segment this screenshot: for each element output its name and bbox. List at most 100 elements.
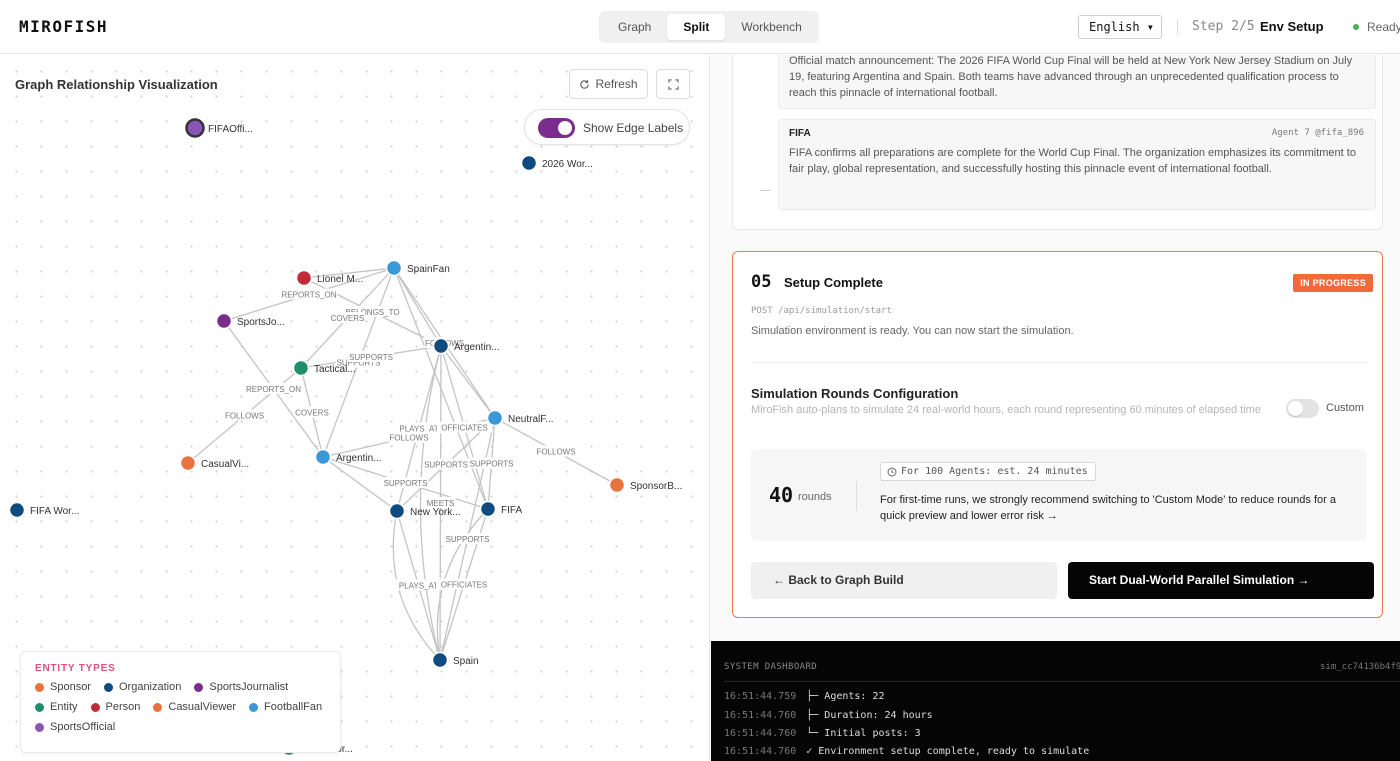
legend-item: Person (90, 701, 141, 713)
log-line: 16:51:44.760 └─ Initial posts: 3 (724, 728, 921, 739)
edge-labels-switch[interactable] (538, 118, 575, 138)
edge-label: OFFICIATES (441, 424, 488, 433)
custom-mode-toggle[interactable] (1286, 399, 1319, 418)
api-endpoint: POST /api/simulation/start (751, 306, 892, 316)
legend-item: CasualViewer (153, 701, 236, 713)
setup-title: Setup Complete (784, 275, 883, 290)
refresh-button[interactable]: Refresh (569, 69, 648, 99)
legend-dot-icon (153, 702, 163, 712)
post-connector (760, 190, 770, 191)
log-timestamp: 16:51:44.760 (724, 746, 797, 757)
legend-item: SportsJournalist (194, 681, 288, 693)
legend-item: Organization (103, 681, 182, 693)
edge-labels-toggle[interactable]: Show Edge Labels (524, 109, 690, 145)
edge-label: SUPPORTS (384, 479, 428, 488)
post-text: FIFA confirms all preparations are compl… (789, 147, 1356, 175)
log-timestamp: 16:51:44.760 (724, 728, 797, 739)
dashboard-title: SYSTEM DASHBOARD (724, 662, 818, 672)
graph-node[interactable] (314, 448, 332, 466)
edge-label: FOLLOWS (225, 412, 264, 421)
post-text: Official match announcement: The 2026 FI… (789, 55, 1353, 99)
graph-node-label: Lionel M... (317, 274, 363, 285)
status-dot-icon (1353, 24, 1359, 30)
graph-node-label: Argentin... (336, 453, 382, 464)
fullscreen-button[interactable] (656, 69, 690, 99)
estimate-text: For 100 Agents: est. 24 minutes (901, 466, 1088, 477)
start-simulation-button[interactable]: Start Dual-World Parallel Simulation → (1068, 562, 1374, 599)
setup-description: Simulation environment is ready. You can… (751, 325, 1074, 337)
graph-panel: REPORTS_ONBELONGS_TOCOVERSFOLLOWSSUPPORT… (0, 55, 710, 761)
edge-label: COVERS (331, 314, 365, 323)
graph-node[interactable] (215, 312, 233, 330)
tab-graph[interactable]: Graph (602, 14, 667, 40)
graph-node-label: Tactical... (314, 364, 356, 375)
graph-node-label: Spain (453, 656, 479, 667)
legend-dot-icon (90, 702, 100, 712)
legend-label: SportsJournalist (209, 681, 289, 693)
rounds-divider (856, 481, 857, 511)
step-indicator: Step 2/5 (1192, 19, 1255, 34)
status-badge: IN PROGRESS (1293, 274, 1373, 292)
graph-edge[interactable] (440, 345, 496, 419)
legend-item: Sponsor (35, 681, 91, 693)
legend-label: Person (105, 701, 141, 713)
legend-label: Organization (118, 681, 182, 693)
graph-node[interactable] (479, 500, 497, 518)
graph-node[interactable] (520, 154, 538, 172)
graph-node-label: SpainFan (407, 264, 450, 275)
legend-dot-icon (35, 702, 44, 712)
graph-node[interactable] (432, 337, 450, 355)
refresh-icon (580, 79, 590, 89)
graph-node[interactable] (608, 476, 626, 494)
edge-label: FOLLOWS (536, 448, 575, 457)
legend-dot-icon (35, 682, 44, 692)
rounds-config-description: MiroFish auto-plans to simulate 24 real-… (751, 404, 1261, 416)
graph-node-label: FIFA (501, 505, 522, 516)
log-line: 16:51:44.760 ├─ Duration: 24 hours (724, 710, 933, 721)
language-select[interactable]: English ▾ (1078, 15, 1162, 39)
legend-label: CasualViewer (168, 701, 237, 713)
edge-label: FOLLOWS (389, 434, 428, 443)
graph-node-label: Argentin... (454, 342, 500, 353)
step-title: Env Setup (1260, 19, 1324, 34)
graph-node[interactable] (185, 118, 205, 138)
log-text: ├─ Agents: 22 (806, 691, 885, 702)
view-switcher: Graph Split Workbench (599, 11, 819, 43)
graph-node-label: 2026 Wor... (542, 159, 593, 170)
graph-node[interactable] (388, 502, 406, 520)
rounds-value: 40 (769, 483, 794, 507)
edge-label: COVERS (295, 409, 329, 418)
back-to-graph-build-button[interactable]: ← Back to Graph Build (751, 562, 1057, 599)
fullscreen-icon (667, 78, 679, 90)
graph-node[interactable] (8, 501, 26, 519)
graph-node[interactable] (486, 409, 504, 427)
graph-node-label: CasualVi... (201, 459, 249, 470)
graph-node[interactable] (385, 259, 403, 277)
brand-logo: MIROFISH (19, 17, 109, 36)
custom-mode-tip[interactable]: For first-time runs, we strongly recomme… (880, 492, 1350, 524)
rounds-config-title: Simulation Rounds Configuration (751, 386, 959, 401)
graph-node-label: SponsorB... (630, 481, 682, 492)
legend-dot-icon (103, 682, 113, 692)
edge-label: PLAYS_AT (399, 582, 438, 591)
graph-node[interactable] (292, 359, 310, 377)
log-text: ✓ Environment setup complete, ready to s… (806, 746, 1090, 757)
graph-node[interactable] (295, 269, 313, 287)
edge-label: SUPPORTS (470, 460, 514, 469)
edge-label: SUPPORTS (446, 535, 490, 544)
tab-split[interactable]: Split (667, 14, 726, 40)
custom-mode-label: Custom (1326, 402, 1364, 414)
log-line: 16:51:44.759 ├─ Agents: 22 (724, 691, 885, 702)
graph-node[interactable] (179, 454, 197, 472)
log-timestamp: 16:51:44.760 (724, 710, 797, 721)
divider (751, 362, 1367, 363)
legend-label: Entity (50, 701, 78, 713)
tab-workbench[interactable]: Workbench (725, 14, 817, 40)
log-text: └─ Initial posts: 3 (806, 728, 921, 739)
legend-label: SportsOfficial (50, 721, 116, 733)
edge-label: OFFICIATES (441, 581, 488, 590)
edge-label: REPORTS_ON (282, 291, 337, 300)
edge-labels-label: Show Edge Labels (583, 121, 684, 135)
initial-posts-card: Official match announcement: The 2026 FI… (732, 55, 1383, 230)
graph-node[interactable] (431, 651, 449, 669)
